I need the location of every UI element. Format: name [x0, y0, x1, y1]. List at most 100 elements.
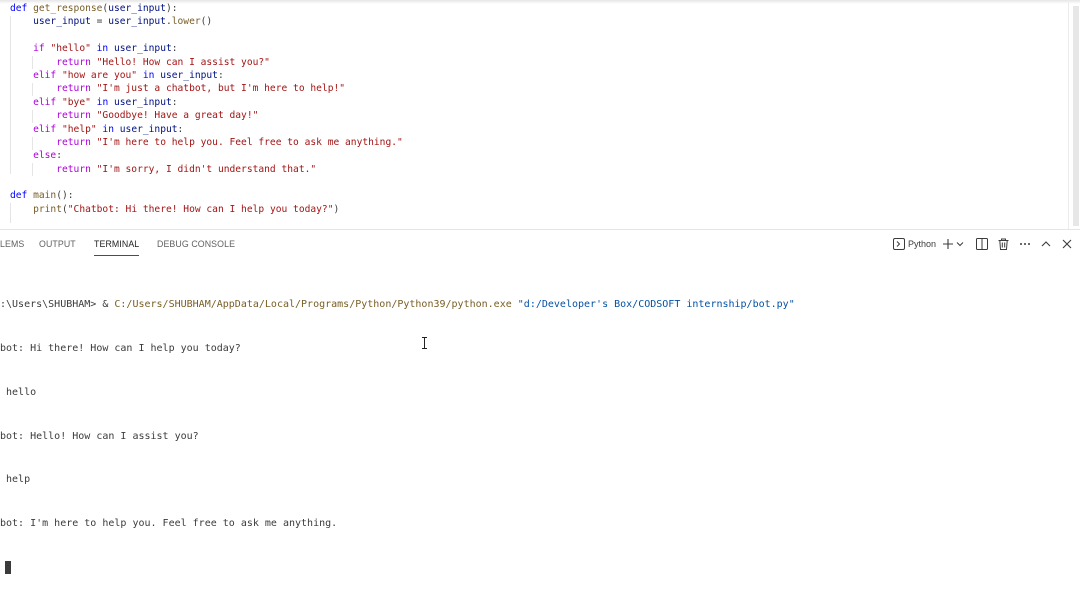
- terminal-name: Python: [907, 239, 936, 249]
- code-token: :: [217, 69, 224, 81]
- editor-scrollbar[interactable]: [1068, 0, 1080, 229]
- close-icon: [1062, 239, 1072, 249]
- tab-terminal[interactable]: TERMINAL: [94, 239, 140, 256]
- code-line[interactable]: if "hello" in user_input:: [10, 42, 403, 55]
- terminal-command-exe: C:/Users/SHUBHAM/AppData/Local/Programs/…: [114, 299, 512, 311]
- code-token: =: [90, 16, 109, 28]
- code-token: get_response: [33, 3, 103, 14]
- code-token: :: [56, 150, 62, 162]
- code-token: :: [177, 123, 184, 135]
- terminal-cursor: [5, 560, 11, 574]
- code-token: user_input: [108, 16, 166, 28]
- more-actions-button[interactable]: [1019, 236, 1031, 252]
- kill-terminal-button[interactable]: [998, 236, 1009, 252]
- code-line[interactable]: elif "bye" in user_input:: [10, 96, 403, 109]
- split-terminal-button[interactable]: [976, 236, 988, 252]
- terminal-command-line: :\Users\SHUBHAM> & C:/Users/SHUBHAM/AppD…: [0, 298, 1080, 313]
- code-token: elif: [33, 123, 62, 135]
- new-terminal-button[interactable]: [942, 236, 954, 252]
- code-token: :: [171, 96, 178, 108]
- tab-debug-console[interactable]: DEBUG CONSOLE: [157, 239, 235, 249]
- code-token: ):: [165, 3, 178, 14]
- code-line[interactable]: return "Hello! How can I assist you?": [10, 56, 403, 69]
- code-token: "how are you": [62, 69, 138, 81]
- code-line[interactable]: [10, 29, 403, 42]
- code-token: elif: [33, 96, 62, 108]
- terminal-line: help: [0, 474, 31, 486]
- code-token: :: [171, 43, 178, 55]
- plus-icon: [943, 239, 953, 249]
- maximize-panel-button[interactable]: [1041, 236, 1051, 252]
- code-token: def: [10, 190, 34, 202]
- code-token: "bye": [62, 96, 91, 108]
- more-icon: [1020, 243, 1030, 245]
- terminal-command-arg: "d:/Developer's Box/CODSOFT internship/b…: [517, 299, 795, 311]
- code-token: "hello": [50, 43, 91, 55]
- code-line[interactable]: return "I'm here to help you. Feel free …: [10, 136, 403, 149]
- terminal-prompt: :\Users\SHUBHAM> &: [0, 299, 115, 311]
- code-editor[interactable]: def get_response(user_input): user_input…: [0, 0, 1080, 229]
- text-cursor-icon: [422, 337, 427, 349]
- editor-scrollbar-thumb[interactable]: [1073, 6, 1079, 226]
- code-line[interactable]: def main():: [10, 189, 403, 202]
- code-line[interactable]: print("Chatbot: Hi there! How can I help…: [10, 203, 403, 216]
- code-token: ():: [56, 190, 74, 202]
- code-line[interactable]: user_input = user_input.lower(): [10, 15, 403, 28]
- code-line[interactable]: return "I'm sorry, I didn't understand t…: [10, 163, 403, 176]
- terminal-line: bot: Hi there! How can I help you today?: [0, 342, 241, 354]
- code-token: return: [56, 110, 97, 122]
- code-line[interactable]: elif "help" in user_input:: [10, 123, 403, 136]
- code-token: main: [33, 190, 57, 202]
- tab-problems[interactable]: LEMS: [0, 239, 24, 249]
- code-token: user_input: [119, 123, 178, 135]
- code-token: user_input: [33, 16, 91, 28]
- code-token: return: [56, 163, 97, 175]
- close-panel-button[interactable]: [1062, 236, 1072, 252]
- code-token: user_input: [160, 69, 218, 81]
- bottom-panel: LEMS OUTPUT TERMINAL DEBUG CONSOLE Pytho…: [0, 229, 1080, 574]
- terminal-line: bot: I'm here to help you. Feel free to …: [0, 518, 338, 530]
- code-token: else: [33, 150, 57, 162]
- code-line[interactable]: def get_response(user_input):: [10, 2, 403, 15]
- code-line[interactable]: return "Goodbye! Have a great day!": [10, 109, 403, 122]
- code-line[interactable]: else:: [10, 149, 403, 162]
- terminal-output[interactable]: :\Users\SHUBHAM> & C:/Users/SHUBHAM/AppD…: [0, 269, 1080, 574]
- code-token: "I'm sorry, I didn't understand that.": [96, 163, 317, 175]
- code-token: return: [56, 83, 97, 95]
- code-token: in: [90, 43, 114, 55]
- code-token: "I'm just a chatbot, but I'm here to hel…: [96, 83, 346, 95]
- code-token: user_input: [113, 43, 172, 55]
- code-token: elif: [33, 69, 62, 81]
- code-token: in: [90, 96, 114, 108]
- code-token: def: [10, 3, 34, 14]
- terminal-input-line[interactable]: [0, 560, 1080, 576]
- code-line[interactable]: elif "how are you" in user_input:: [10, 69, 403, 82]
- code-token: "I'm here to help you. Feel free to ask …: [96, 136, 403, 148]
- code-token: in: [96, 123, 120, 135]
- launch-profile-button[interactable]: [956, 236, 964, 252]
- panel-actions: Python: [892, 236, 1072, 252]
- code-token: user_input: [108, 3, 166, 14]
- code-token: user_input: [114, 96, 172, 108]
- trash-icon: [998, 238, 1009, 250]
- code-token: "help": [62, 123, 97, 135]
- maximize-icon: [1041, 241, 1051, 247]
- code-token: "Chatbot: Hi there! How can I help you t…: [67, 203, 334, 215]
- tab-output[interactable]: OUTPUT: [39, 239, 76, 249]
- code-line[interactable]: return "I'm just a chatbot, but I'm here…: [10, 82, 403, 95]
- code-line[interactable]: [10, 176, 403, 189]
- code-content[interactable]: def get_response(user_input): user_input…: [10, 2, 403, 216]
- chevron-down-icon: [956, 242, 964, 247]
- terminal-selector[interactable]: Python: [892, 236, 942, 252]
- split-icon: [976, 238, 988, 250]
